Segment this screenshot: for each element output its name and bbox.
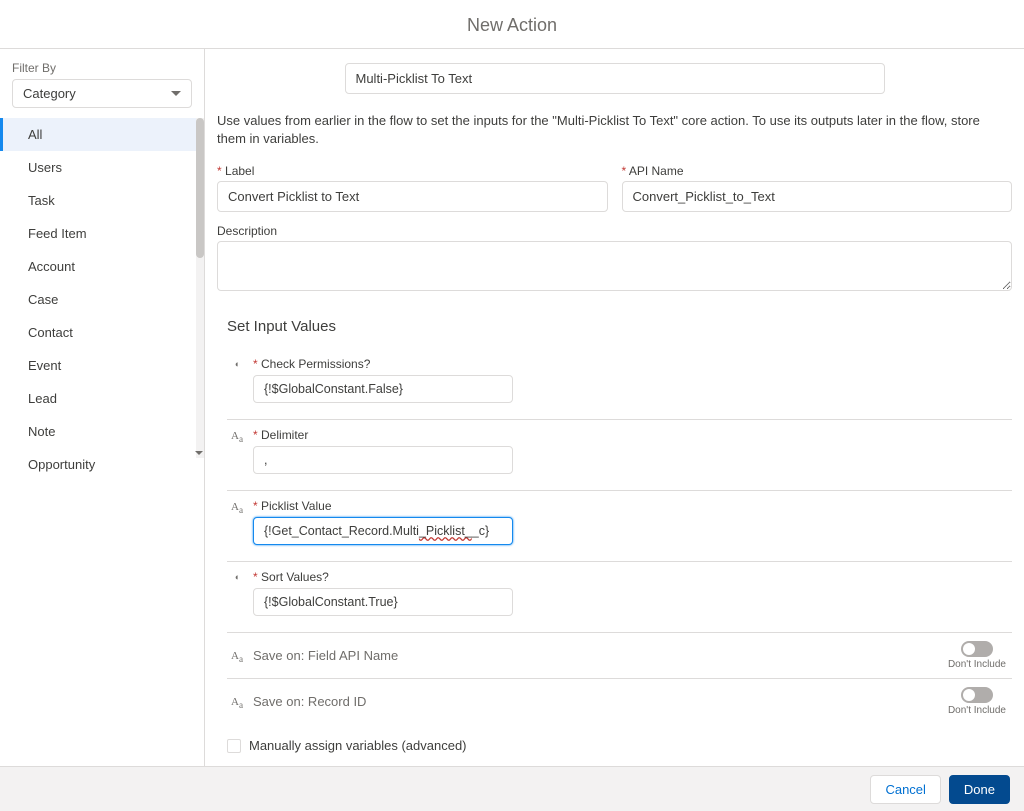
cancel-button[interactable]: Cancel <box>870 775 940 804</box>
sidebar-item-note[interactable]: Note <box>0 415 204 448</box>
toggle-field-api-label: Save on: Field API Name <box>253 648 398 663</box>
description-textarea[interactable] <box>217 241 1012 291</box>
label-input[interactable] <box>217 181 608 212</box>
toggle-field-api-name: Aa Save on: Field API Name Don't Include <box>227 633 1012 679</box>
sidebar-item-task[interactable]: Task <box>0 184 204 217</box>
text-icon: Aa <box>227 694 247 710</box>
sidebar-item-lead[interactable]: Lead <box>0 382 204 415</box>
scroll-down-icon[interactable] <box>194 448 204 458</box>
sidebar-item-feed-item[interactable]: Feed Item <box>0 217 204 250</box>
boolean-icon: ◐ <box>227 357 247 369</box>
sidebar-item-all[interactable]: All <box>0 118 204 151</box>
category-list: All Users Task Feed Item Account Case Co… <box>0 118 204 458</box>
sidebar-item-contact[interactable]: Contact <box>0 316 204 349</box>
chevron-down-icon <box>171 91 181 96</box>
done-button[interactable]: Done <box>949 775 1010 804</box>
manually-assign-checkbox[interactable] <box>227 739 241 753</box>
api-name-field-label: * API Name <box>622 164 1013 178</box>
action-search-input[interactable]: Multi-Picklist To Text <box>345 63 885 94</box>
modal-title: New Action <box>0 15 1024 36</box>
set-input-values-heading: Set Input Values <box>227 318 1012 335</box>
advanced-checkbox-row: Manually assign variables (advanced) <box>227 738 1012 753</box>
sidebar-item-event[interactable]: Event <box>0 349 204 382</box>
filter-by-label: Filter By <box>0 61 204 79</box>
delimiter-input[interactable] <box>253 446 513 474</box>
input-delimiter: Aa * Delimiter <box>227 420 1012 491</box>
label-field-label: * Label <box>217 164 608 178</box>
sidebar-item-users[interactable]: Users <box>0 151 204 184</box>
content-wrapper: Filter By Category All Users Task Feed I… <box>0 49 1024 767</box>
input-check-permissions: ◐ * Check Permissions? <box>227 349 1012 420</box>
guidance-text: Use values from earlier in the flow to s… <box>217 112 1012 148</box>
manually-assign-label: Manually assign variables (advanced) <box>249 738 467 753</box>
main-panel: Multi-Picklist To Text Use values from e… <box>205 49 1024 767</box>
field-api-toggle-state: Don't Include <box>948 659 1006 670</box>
input-sort-values: ◐ * Sort Values? <box>227 562 1012 633</box>
api-name-input[interactable] <box>622 181 1013 212</box>
category-select[interactable]: Category <box>12 79 192 108</box>
sidebar-item-account[interactable]: Account <box>0 250 204 283</box>
input-picklist-value: Aa * Picklist Value {!Get_Contact_Record… <box>227 491 1012 562</box>
record-id-toggle[interactable] <box>961 687 993 703</box>
sidebar: Filter By Category All Users Task Feed I… <box>0 49 205 767</box>
boolean-icon: ◐ <box>227 570 247 582</box>
picklist-value-input[interactable]: {!Get_Contact_Record.Multi_Picklist__c} <box>253 517 513 545</box>
field-api-toggle[interactable] <box>961 641 993 657</box>
sort-values-input[interactable] <box>253 588 513 616</box>
text-icon: Aa <box>227 648 247 664</box>
toggle-record-id-label: Save on: Record ID <box>253 694 366 709</box>
check-permissions-input[interactable] <box>253 375 513 403</box>
description-label: Description <box>217 224 1012 238</box>
modal-header: New Action <box>0 0 1024 49</box>
label-api-row: * Label * API Name <box>217 164 1012 212</box>
category-select-value: Category <box>23 86 76 101</box>
scrollbar-thumb[interactable] <box>196 118 204 258</box>
record-id-toggle-state: Don't Include <box>948 705 1006 716</box>
sidebar-item-opportunity[interactable]: Opportunity <box>0 448 204 481</box>
text-icon: Aa <box>227 499 247 515</box>
modal-footer: Cancel Done <box>0 766 1024 811</box>
toggle-record-id: Aa Save on: Record ID Don't Include <box>227 679 1012 724</box>
text-icon: Aa <box>227 428 247 444</box>
sidebar-item-case[interactable]: Case <box>0 283 204 316</box>
